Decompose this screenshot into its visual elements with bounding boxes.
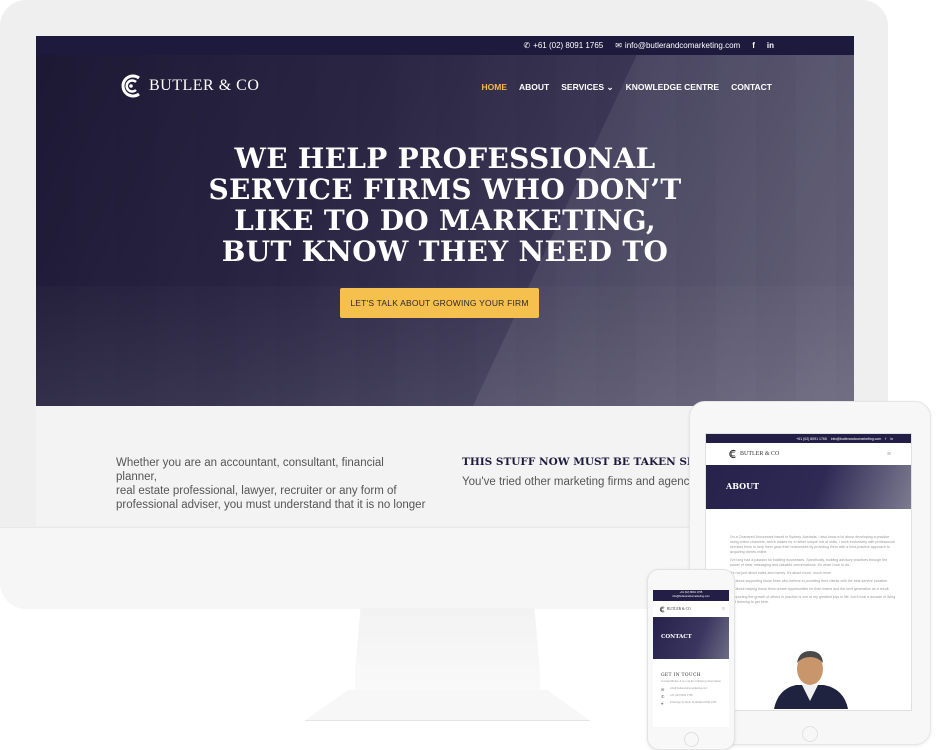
phone-brand-logo[interactable]: BUTLER & CO	[659, 606, 691, 613]
facebook-icon[interactable]: f	[885, 437, 886, 441]
linkedin-icon[interactable]: in	[767, 41, 774, 50]
contact-address: 8 George St North Strathfield NSW 2137	[670, 700, 717, 704]
topbar-email-text: info@butlerandcomarketing.com	[624, 41, 741, 50]
phone-section-text: Contact Butler & Co via the following in…	[661, 679, 722, 683]
location-pin-icon: ⌖	[661, 700, 664, 706]
monitor-stand-base	[305, 690, 590, 721]
intro-text: Whether you are an accountant, consultan…	[116, 456, 426, 512]
contact-row-address[interactable]: ⌖ 8 George St North Strathfield NSW 2137	[661, 701, 723, 706]
tablet-header: BUTLER & CO ≡	[706, 443, 911, 465]
topbar-phone-text: +61 (02) 8091 1765	[533, 41, 604, 50]
tablet-hero-title: ABOUT	[726, 481, 760, 491]
nav-services[interactable]: SERVICES ⌄	[561, 82, 613, 93]
hamburger-icon[interactable]: ≡	[722, 606, 725, 612]
tablet-screen: +61 (02) 8091 1765 info@butlerandcomarke…	[705, 433, 912, 711]
phone-hero-title: CONTACT	[661, 634, 692, 640]
portrait-photo	[774, 651, 848, 709]
hero-headline: WE HELP PROFESSIONAL SERVICE FIRMS WHO D…	[36, 143, 854, 267]
tablet-paragraph: It's about supporting those firms who be…	[730, 579, 889, 583]
envelope-icon: ✉	[661, 686, 665, 692]
intro-line: Whether you are an accountant, consultan…	[116, 457, 384, 483]
linkedin-icon[interactable]: in	[890, 437, 893, 441]
contact-phone: +61 (02) 8091 1765	[670, 693, 693, 697]
contact-row-email[interactable]: ✉ info@butlerandcomarketing.com	[661, 687, 723, 692]
nav-knowledge-centre[interactable]: KNOWLEDGE CENTRE	[626, 82, 720, 93]
tablet-home-button	[802, 726, 818, 742]
phone-icon: ✆	[523, 41, 531, 50]
section-text: You've tried other marketing firms and a…	[462, 476, 699, 488]
headline-line: BUT KNOW THEY NEED TO	[221, 235, 669, 268]
headline-line: LIKE TO DO MARKETING,	[234, 204, 656, 237]
contact-row-phone[interactable]: ✆ +61 (02) 8091 1765	[661, 694, 723, 699]
tablet-topbar: +61 (02) 8091 1765 info@butlerandcomarke…	[706, 434, 911, 443]
tablet-paragraph: I've long had a passion for building bus…	[730, 558, 888, 567]
headline-line: WE HELP PROFESSIONAL	[234, 142, 656, 175]
logo-mark-icon	[729, 449, 736, 459]
phone-brand-name: BUTLER & CO	[667, 607, 691, 611]
main-nav: HOME ABOUT SERVICES ⌄ KNOWLEDGE CENTRE C…	[482, 82, 772, 93]
tablet-topbar-email[interactable]: info@butlerandcomarketing.com	[831, 437, 881, 441]
hamburger-icon[interactable]: ≡	[887, 451, 891, 458]
hero-section: BUTLER & CO HOME ABOUT SERVICES ⌄ KNOWLE…	[36, 55, 854, 406]
nav-about[interactable]: ABOUT	[519, 82, 549, 93]
desktop-topbar: ✆ +61 (02) 8091 1765 ✉ info@butlerandcom…	[36, 36, 854, 55]
monitor-stand	[355, 608, 540, 696]
envelope-icon: ✉	[615, 41, 622, 50]
topbar-email[interactable]: ✉ info@butlerandcomarketing.com	[615, 41, 740, 50]
phone-device: +61 (02) 8091 1765 info@butlerandcomarke…	[647, 569, 735, 750]
contact-email: info@butlerandcomarketing.com	[670, 686, 708, 690]
phone-screen: +61 (02) 8091 1765 info@butlerandcomarke…	[653, 590, 729, 727]
headline-line: SERVICE FIRMS WHO DON’T	[208, 173, 682, 206]
logo-mark-icon	[659, 606, 665, 612]
nav-home[interactable]: HOME	[482, 82, 508, 93]
brand-name: BUTLER & CO	[149, 77, 260, 94]
intro-line: professional adviser, you must understan…	[116, 499, 426, 511]
phone-home-button	[684, 732, 699, 747]
phone-header: BUTLER & CO ≡	[653, 601, 729, 617]
brand-logo[interactable]: BUTLER & CO	[118, 72, 259, 100]
tablet-body: I'm a Chartered Accountant based in Sydn…	[706, 509, 911, 605]
tablet-paragraph: It's about helping those firms create op…	[730, 587, 890, 591]
phone-icon: ✆	[661, 693, 665, 699]
topbar-phone[interactable]: ✆ +61 (02) 8091 1765	[523, 41, 603, 50]
tablet-brand-name: BUTLER & CO	[740, 451, 780, 457]
cta-button[interactable]: LET'S TALK ABOUT GROWING YOUR FIRM	[340, 288, 539, 318]
section-title: THIS STUFF NOW MUST BE TAKEN SER	[462, 456, 704, 468]
phone-body: GET IN TOUCH Contact Butler & Co via the…	[653, 659, 729, 706]
logo-mark-icon	[121, 74, 140, 98]
phone-section-title: GET IN TOUCH	[661, 673, 701, 678]
intro-line: real estate professional, lawyer, recrui…	[116, 485, 397, 497]
tablet-paragraph: I'm a Chartered Accountant based in Sydn…	[730, 535, 895, 554]
nav-contact[interactable]: CONTACT	[731, 82, 772, 93]
tablet-topbar-phone[interactable]: +61 (02) 8091 1765	[796, 437, 827, 441]
tablet-paragraph: It's not just about sales and money. It'…	[730, 571, 833, 575]
tablet-brand-logo[interactable]: BUTLER & CO	[728, 449, 779, 459]
phone-topbar-email[interactable]: info@butlerandcomarketing.com	[653, 595, 729, 599]
phone-hero: CONTACT	[653, 617, 729, 659]
phone-topbar: +61 (02) 8091 1765 info@butlerandcomarke…	[653, 590, 729, 601]
facebook-icon[interactable]: f	[752, 41, 755, 50]
tablet-paragraph: Supporting the growth of others in pract…	[730, 595, 896, 604]
tablet-hero: ABOUT	[706, 465, 911, 509]
